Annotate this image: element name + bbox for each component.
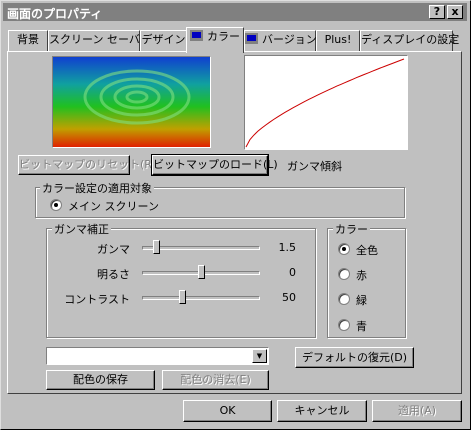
delete-scheme-button[interactable]: 配色の消去(E) <box>162 370 269 390</box>
help-button[interactable]: ? <box>429 5 445 19</box>
all-colors-label: 全色 <box>356 244 378 257</box>
blue-label: 青 <box>356 320 367 333</box>
contrast-slider-track[interactable] <box>142 296 260 300</box>
tab-label: 背景 <box>17 33 39 46</box>
tab-label: バージョン <box>262 33 317 46</box>
monitor-icon <box>245 33 258 44</box>
restore-default-button[interactable]: デフォルトの復元(D) <box>295 347 414 368</box>
ok-button[interactable]: OK <box>183 400 272 422</box>
brightness-label: 明るさ <box>97 268 130 281</box>
gamma-value: 1.5 <box>278 241 297 254</box>
reset-bitmap-button[interactable]: ビットマップのリセット(R) <box>18 155 156 175</box>
contrast-slider-thumb[interactable] <box>179 290 186 304</box>
calibration-bitmap <box>52 56 211 148</box>
cancel-button[interactable]: キャンセル <box>277 400 367 422</box>
tab-background[interactable]: 背景 <box>8 30 48 51</box>
green-radio[interactable] <box>338 293 350 305</box>
brightness-value: 0 <box>289 266 296 279</box>
gamma-slider-thumb[interactable] <box>153 240 160 254</box>
tab-design[interactable]: デザイン <box>140 30 187 51</box>
tab-label: Plus! <box>324 33 352 46</box>
close-button[interactable]: x <box>447 5 463 19</box>
apply-target-legend: カラー設定の適用対象 <box>40 180 154 196</box>
tab-screensaver[interactable]: スクリーン セーバー <box>48 30 151 51</box>
gamma-label: ガンマ <box>97 243 130 256</box>
load-bitmap-button[interactable]: ビットマップのロード(L) <box>151 154 278 176</box>
gamma-curve-line <box>245 58 405 148</box>
red-label: 赤 <box>356 269 367 282</box>
gamma-curve-graph <box>245 58 405 148</box>
tab-plus[interactable]: Plus! <box>316 30 360 51</box>
dropdown-arrow-icon[interactable]: ▼ <box>252 349 267 363</box>
gamma-correction-legend: ガンマ補正 <box>52 221 111 237</box>
apply-button[interactable]: 適用(A) <box>372 400 462 422</box>
gamma-correction-group <box>46 228 316 338</box>
main-screen-radio[interactable] <box>50 199 62 211</box>
monitor-icon <box>190 30 203 41</box>
color-channel-legend: カラー <box>333 221 370 237</box>
radio-selected-dot <box>54 203 58 207</box>
save-scheme-button[interactable]: 配色の保存 <box>46 370 155 390</box>
contrast-value: 50 <box>282 291 296 304</box>
tab-label: ディスプレイの設定 <box>361 33 460 46</box>
tab-version[interactable]: バージョン <box>244 30 317 51</box>
red-radio[interactable] <box>338 268 350 280</box>
tab-label: カラー <box>207 30 240 43</box>
gamma-curve-caption: ガンマ傾斜 <box>287 160 342 173</box>
tab-display-settings[interactable]: ディスプレイの設定 <box>360 30 459 51</box>
gamma-curve-display <box>244 55 408 150</box>
main-screen-label: メイン スクリーン <box>68 200 159 213</box>
color-scheme-select[interactable]: ▼ <box>46 347 269 365</box>
tab-label: スクリーン セーバー <box>49 33 151 46</box>
tab-color[interactable]: カラー <box>186 27 244 53</box>
brightness-slider-thumb[interactable] <box>198 265 205 279</box>
all-colors-radio[interactable] <box>338 243 350 255</box>
green-label: 緑 <box>356 294 367 307</box>
ripple-graphic <box>83 69 191 125</box>
tab-label: デザイン <box>141 33 186 46</box>
radio-selected-dot <box>342 247 346 251</box>
window-title: 画面のプロパティ <box>7 7 103 21</box>
contrast-label: コントラスト <box>64 293 130 306</box>
title-bar[interactable]: 画面のプロパティ ? x <box>3 3 467 21</box>
blue-radio[interactable] <box>338 319 350 331</box>
